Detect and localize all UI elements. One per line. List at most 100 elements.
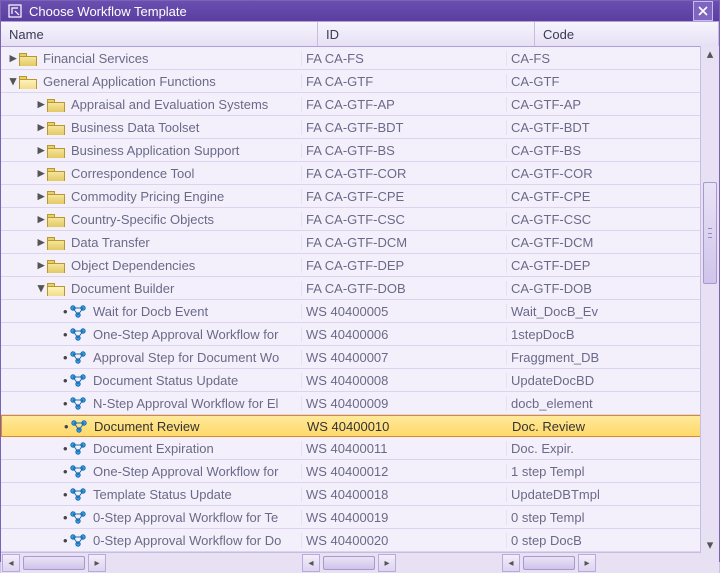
cell-code: CA-GTF-DOB <box>506 281 719 296</box>
workflow-icon <box>69 510 87 524</box>
table-row[interactable]: •Wait for Docb EventWS 40400005Wait_DocB… <box>1 300 719 323</box>
folder-icon <box>47 212 65 226</box>
table-row[interactable]: ▸Business Data ToolsetFA CA-GTF-BDTCA-GT… <box>1 116 719 139</box>
bullet-icon: • <box>63 464 67 479</box>
cell-code: UpdateDocBD <box>506 373 719 388</box>
workflow-icon <box>70 419 88 433</box>
collapse-toggle[interactable]: ▾ <box>7 73 19 89</box>
folder-icon <box>47 235 65 249</box>
expand-toggle[interactable]: ▸ <box>7 50 19 66</box>
table-row[interactable]: •Document Status UpdateWS 40400008Update… <box>1 369 719 392</box>
table-row[interactable]: •Approval Step for Document WoWS 4040000… <box>1 346 719 369</box>
table-row[interactable]: •0-Step Approval Workflow for TeWS 40400… <box>1 506 719 529</box>
row-label: General Application Functions <box>43 74 216 89</box>
close-button[interactable] <box>693 1 713 21</box>
cell-id: WS 40400020 <box>301 533 506 548</box>
hscroll-right-button[interactable]: ▸ <box>578 554 596 572</box>
cell-code: 1 step Templ <box>506 464 719 479</box>
cell-id: FA CA-GTF-BS <box>301 143 506 158</box>
expand-toggle[interactable]: ▸ <box>35 96 47 112</box>
table-row[interactable]: ▸Business Application SupportFA CA-GTF-B… <box>1 139 719 162</box>
table-header: Name ID Code <box>1 22 719 47</box>
cell-code: CA-GTF <box>506 74 719 89</box>
cell-name: ▸Correspondence Tool <box>1 165 301 181</box>
hscroll-left-button[interactable]: ◂ <box>302 554 320 572</box>
row-label: Business Data Toolset <box>71 120 199 135</box>
column-header-id[interactable]: ID <box>318 22 535 46</box>
row-label: 0-Step Approval Workflow for Te <box>93 510 278 525</box>
cell-code: UpdateDBTmpl <box>506 487 719 502</box>
table-row[interactable]: ▸Data TransferFA CA-GTF-DCMCA-GTF-DCM <box>1 231 719 254</box>
dialog-body: Name ID Code ▸Financial ServicesFA CA-FS… <box>1 21 719 573</box>
cell-code: CA-GTF-CSC <box>506 212 719 227</box>
expand-toggle[interactable]: ▸ <box>35 234 47 250</box>
expand-toggle[interactable]: ▸ <box>35 119 47 135</box>
cell-id: WS 40400011 <box>301 441 506 456</box>
table-body: ▸Financial ServicesFA CA-FSCA-FS ▾ General… <box>1 47 719 552</box>
cell-name: •Document Status Update <box>1 373 301 388</box>
bullet-icon: • <box>63 327 67 342</box>
table-row[interactable]: ▸Object DependenciesFA CA-GTF-DEPCA-GTF-… <box>1 254 719 277</box>
cell-name: ▸Business Application Support <box>1 142 301 158</box>
table-row[interactable]: •Document ExpirationWS 40400011Doc. Expi… <box>1 437 719 460</box>
cell-name: •One-Step Approval Workflow for <box>1 464 301 479</box>
hscroll-left-button[interactable]: ◂ <box>2 554 20 572</box>
scroll-track[interactable] <box>701 62 719 537</box>
column-header-name[interactable]: Name <box>1 22 318 46</box>
expand-toggle[interactable]: ▸ <box>35 165 47 181</box>
table-row[interactable]: •Template Status UpdateWS 40400018Update… <box>1 483 719 506</box>
workflow-icon <box>69 441 87 455</box>
table-row[interactable]: ▸Correspondence ToolFA CA-GTF-CORCA-GTF-… <box>1 162 719 185</box>
workflow-icon <box>69 464 87 478</box>
cell-name: •0-Step Approval Workflow for Te <box>1 510 301 525</box>
hscroll-right-button[interactable]: ▸ <box>378 554 396 572</box>
cell-code: Doc. Expir. <box>506 441 719 456</box>
row-label: Object Dependencies <box>71 258 195 273</box>
table-row[interactable]: ▸Appraisal and Evaluation SystemsFA CA-G… <box>1 93 719 116</box>
column-header-code[interactable]: Code <box>535 22 719 46</box>
table-row[interactable]: •N-Step Approval Workflow for ElWS 40400… <box>1 392 719 415</box>
cell-id: WS 40400010 <box>302 419 507 434</box>
scroll-thumb[interactable] <box>703 182 717 284</box>
table-row[interactable]: ▸Commodity Pricing EngineFA CA-GTF-CPECA… <box>1 185 719 208</box>
table-row[interactable]: •Document ReviewWS 40400010Doc. Review <box>1 415 719 437</box>
cell-id: FA CA-GTF-DCM <box>301 235 506 250</box>
cell-id: WS 40400009 <box>301 396 506 411</box>
cell-name: ▸Commodity Pricing Engine <box>1 188 301 204</box>
row-label: One-Step Approval Workflow for <box>93 327 278 342</box>
scroll-down-button[interactable]: ▾ <box>701 537 719 553</box>
cell-name: • One-Step Approval Workflow for <box>1 327 301 342</box>
expand-toggle[interactable]: ▸ <box>35 257 47 273</box>
cell-name: ▸Data Transfer <box>1 234 301 250</box>
expand-toggle[interactable]: ▸ <box>35 211 47 227</box>
table-row[interactable]: ▸Financial ServicesFA CA-FSCA-FS <box>1 47 719 70</box>
scroll-up-button[interactable]: ▴ <box>701 46 719 62</box>
bullet-icon: • <box>63 533 67 548</box>
hscroll-thumb[interactable] <box>323 556 375 570</box>
hscroll-right-button[interactable]: ▸ <box>88 554 106 572</box>
cell-code: Wait_DocB_Ev <box>506 304 719 319</box>
hscroll-left-button[interactable]: ◂ <box>502 554 520 572</box>
expand-toggle[interactable]: ▸ <box>35 188 47 204</box>
cell-id: FA CA-GTF-AP <box>301 97 506 112</box>
hscroll-thumb[interactable] <box>23 556 85 570</box>
row-label: Template Status Update <box>93 487 232 502</box>
cell-id: WS 40400008 <box>301 373 506 388</box>
cell-name: •Approval Step for Document Wo <box>1 350 301 365</box>
table-row[interactable]: ▾Document BuilderFA CA-GTF-DOBCA-GTF-DOB <box>1 277 719 300</box>
hscroll-thumb[interactable] <box>523 556 575 570</box>
table-row[interactable]: ▸Country-Specific ObjectsFA CA-GTF-CSCCA… <box>1 208 719 231</box>
cell-code: 0 step DocB <box>506 533 719 548</box>
table-row[interactable]: •One-Step Approval Workflow forWS 404000… <box>1 460 719 483</box>
collapse-toggle[interactable]: ▾ <box>35 280 47 296</box>
cell-name: •Template Status Update <box>1 487 301 502</box>
vertical-scrollbar[interactable]: ▴ ▾ <box>700 46 719 553</box>
cell-name: •N-Step Approval Workflow for El <box>1 396 301 411</box>
folder-icon <box>47 143 65 157</box>
table-row[interactable]: •0-Step Approval Workflow for DoWS 40400… <box>1 529 719 552</box>
table-row[interactable]: ▾General Application FunctionsFA CA-GTFC… <box>1 70 719 93</box>
cell-name: ▸ Business Data Toolset <box>1 119 301 135</box>
table-row[interactable]: •One-Step Approval Workflow forWS 404000… <box>1 323 719 346</box>
row-label: Document Expiration <box>93 441 214 456</box>
expand-toggle[interactable]: ▸ <box>35 142 47 158</box>
